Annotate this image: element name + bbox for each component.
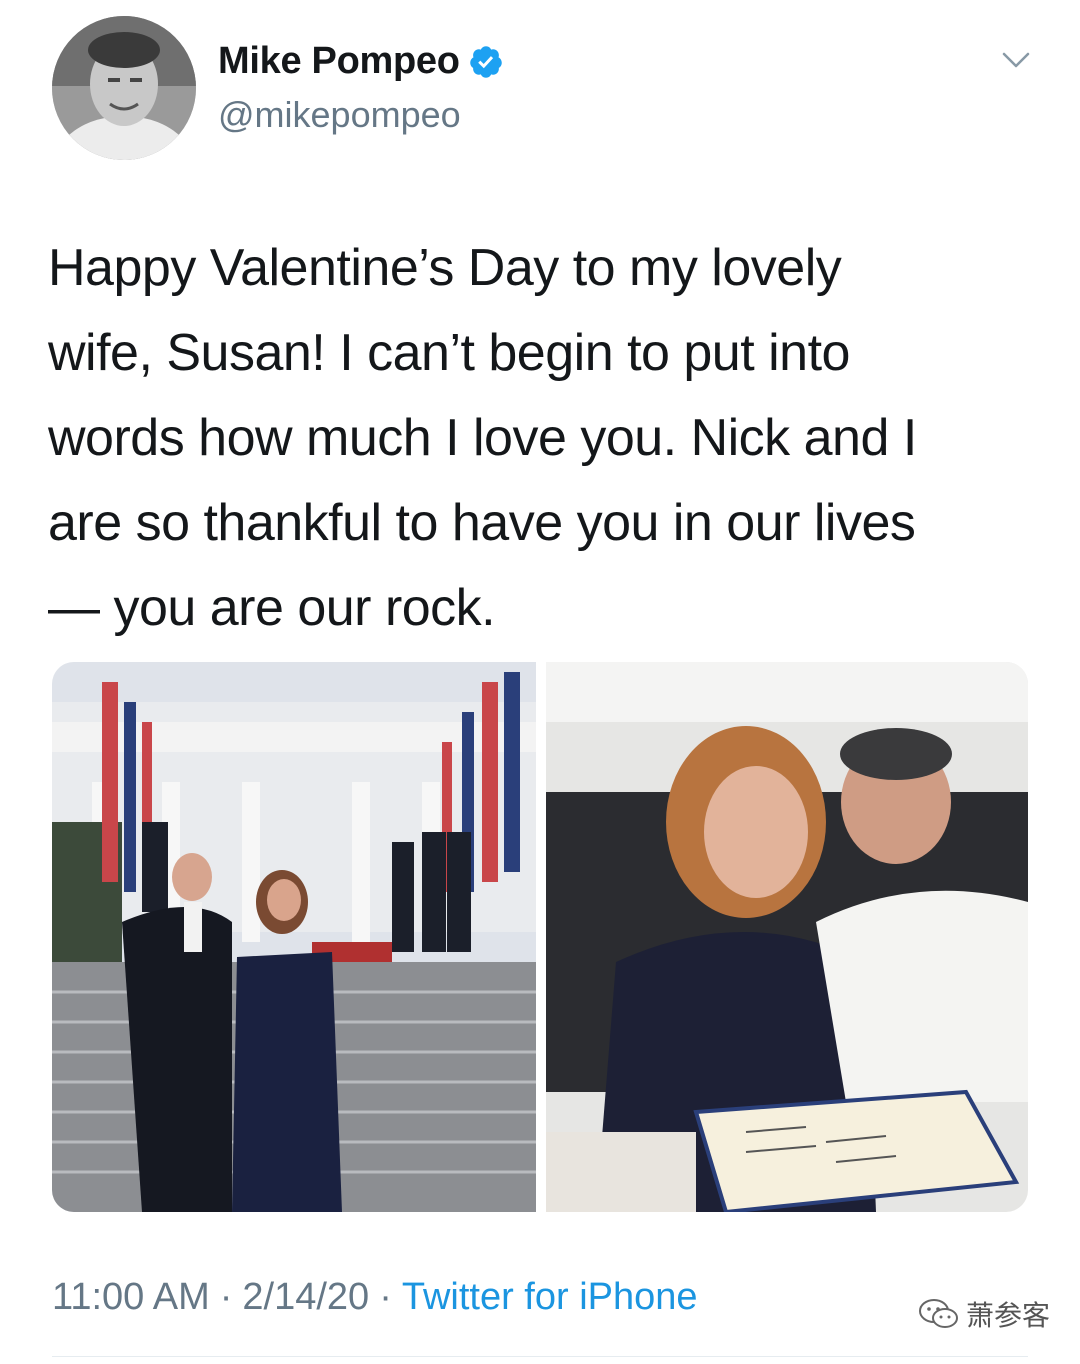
photo-couple-white-house-steps[interactable] xyxy=(52,662,536,1212)
tweet-source-link[interactable]: Twitter for iPhone xyxy=(402,1276,698,1319)
chevron-down-icon[interactable] xyxy=(1000,46,1032,74)
bottom-divider xyxy=(52,1356,1028,1357)
tweet-text: Happy Valentine’s Day to my lovely wife,… xyxy=(48,239,917,637)
avatar-photo xyxy=(52,16,196,160)
tweet-meta: 11:00 AM · 2/14/20 · Twitter for iPhone xyxy=(52,1276,698,1319)
author-avatar[interactable] xyxy=(52,16,196,160)
photo-restaurant-image xyxy=(546,662,1028,1212)
author-name[interactable]: Mike Pompeo xyxy=(218,40,460,83)
author-name-row: Mike Pompeo xyxy=(218,40,504,83)
tweet-time[interactable]: 11:00 AM xyxy=(52,1276,210,1319)
tweet-date[interactable]: 2/14/20 xyxy=(242,1276,369,1319)
watermark-text: 萧参客 xyxy=(966,1300,1051,1331)
photo-couple-restaurant-table[interactable] xyxy=(546,662,1028,1212)
author-handle[interactable]: @mikepompeo xyxy=(218,94,461,136)
verified-badge-icon xyxy=(469,45,502,78)
meta-separator: · xyxy=(379,1276,392,1318)
photo-steps-image xyxy=(52,662,536,1212)
wechat-icon xyxy=(919,1299,958,1328)
watermark: 萧参客 xyxy=(918,1294,1050,1334)
meta-separator: · xyxy=(219,1276,233,1318)
